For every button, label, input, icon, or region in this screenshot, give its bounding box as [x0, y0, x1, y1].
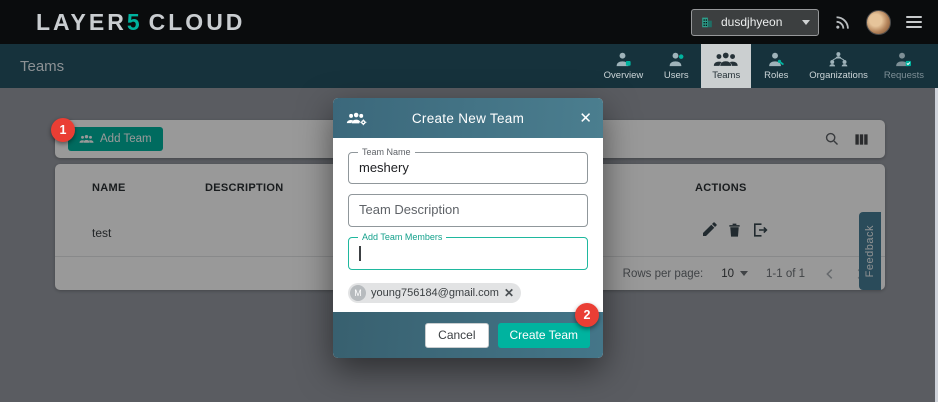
- section-navbar: Teams Overview Users: [0, 44, 938, 88]
- tab-label: Users: [664, 70, 689, 81]
- chip-delete-icon[interactable]: ✕: [504, 287, 514, 299]
- chevron-down-icon: [802, 20, 810, 25]
- modal-body: Team Name Add Team Members M young756184…: [333, 138, 603, 303]
- modal-title: Create New Team: [333, 111, 603, 126]
- text-caret: [359, 246, 361, 261]
- team-members-field: Add Team Members: [348, 237, 588, 270]
- page-title: Teams: [20, 58, 64, 75]
- nav-tabs: Overview Users Teams: [596, 44, 932, 88]
- person-check-icon: [894, 51, 913, 68]
- create-team-modal: Create New Team ✕ Team Name Add Team Mem…: [333, 98, 603, 358]
- chip-email: young756184@gmail.com: [371, 287, 499, 299]
- tab-users[interactable]: Users: [651, 44, 701, 88]
- tab-overview[interactable]: Overview: [596, 44, 652, 88]
- person-overview-icon: [614, 51, 633, 68]
- app-window: LAYER5CLOUD dusdjhyeon: [0, 0, 938, 402]
- logo-text-cloud: CLOUD: [149, 9, 246, 35]
- person-users-icon: [667, 51, 686, 68]
- user-avatar[interactable]: [866, 10, 891, 35]
- team-description-input[interactable]: [349, 195, 587, 223]
- team-members-label: Add Team Members: [358, 232, 446, 243]
- step-badge-1: 1: [51, 118, 75, 142]
- modal-header: Create New Team ✕: [333, 98, 603, 138]
- tab-label: Roles: [764, 70, 788, 81]
- top-right-controls: dusdjhyeon: [691, 9, 938, 36]
- tab-teams[interactable]: Teams: [701, 44, 751, 88]
- step-badge-2: 2: [575, 303, 599, 327]
- org-tree-icon: [828, 51, 849, 68]
- layer5-cloud-logo: LAYER5CLOUD: [36, 9, 245, 36]
- chip-avatar: M: [350, 285, 366, 301]
- tab-label: Teams: [712, 70, 740, 81]
- close-icon[interactable]: ✕: [579, 111, 592, 126]
- create-team-button[interactable]: Create Team: [498, 323, 590, 348]
- cancel-button[interactable]: Cancel: [425, 323, 488, 348]
- logo-text-layer: LAYER: [36, 9, 127, 35]
- team-name-label: Team Name: [358, 147, 415, 158]
- team-description-field: [348, 194, 588, 227]
- tab-organizations[interactable]: Organizations: [801, 44, 876, 88]
- building-icon: [700, 15, 714, 29]
- tab-label: Organizations: [809, 70, 868, 81]
- group-icon: [713, 51, 739, 68]
- tab-label: Requests: [884, 70, 924, 81]
- member-chip: M young756184@gmail.com ✕: [348, 283, 521, 303]
- hamburger-menu-icon[interactable]: [906, 16, 922, 28]
- tab-label: Overview: [604, 70, 644, 81]
- org-switcher-dropdown[interactable]: dusdjhyeon: [691, 9, 819, 36]
- top-header-bar: LAYER5CLOUD dusdjhyeon: [0, 0, 938, 44]
- team-name-field: Team Name: [348, 152, 588, 184]
- current-user-label: dusdjhyeon: [721, 15, 795, 29]
- modal-footer: Cancel Create Team: [333, 312, 603, 358]
- tab-requests[interactable]: Requests: [876, 44, 932, 88]
- person-key-icon: [767, 51, 786, 68]
- feed-icon[interactable]: [834, 14, 851, 31]
- logo-text-five: 5: [127, 9, 143, 35]
- tab-roles[interactable]: Roles: [751, 44, 801, 88]
